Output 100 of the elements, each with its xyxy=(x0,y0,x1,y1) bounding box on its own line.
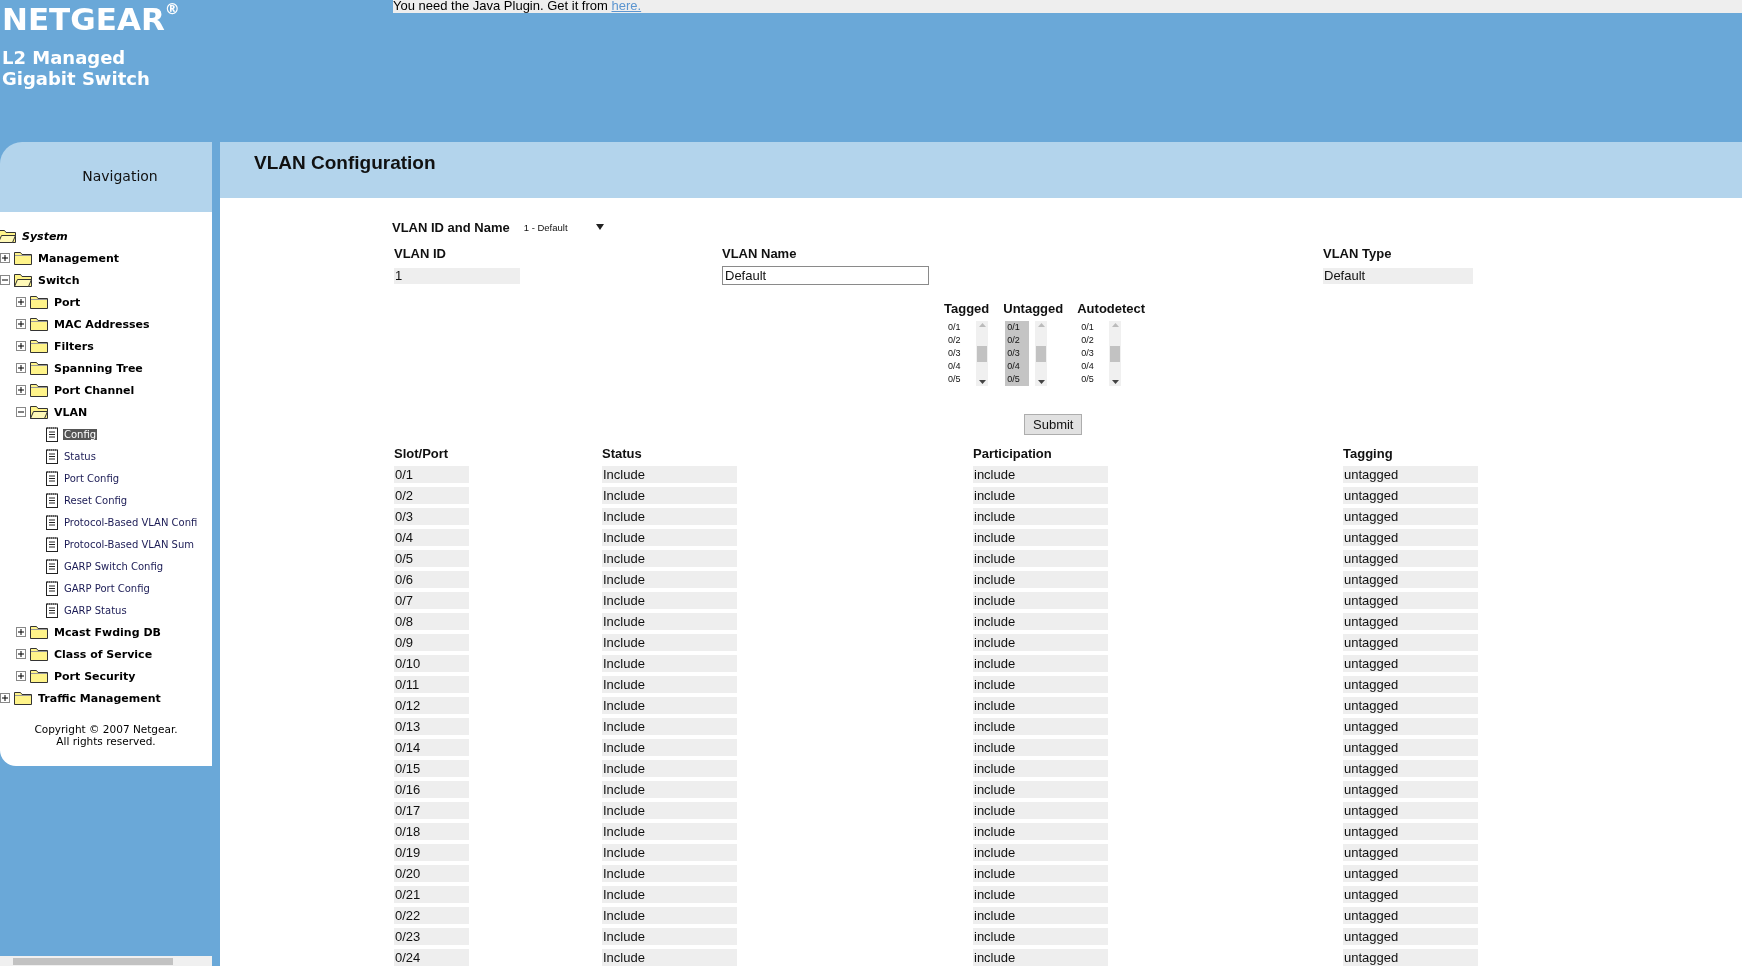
scroll-down-icon[interactable] xyxy=(978,380,986,384)
nav-tree-item[interactable]: Class of Service xyxy=(53,647,154,661)
table-cell: Include xyxy=(602,634,737,651)
document-icon xyxy=(46,492,58,508)
scroll-thumb[interactable] xyxy=(1036,345,1047,362)
nav-tree-item[interactable]: Switch xyxy=(37,273,81,287)
nav-tree-item[interactable]: Filters xyxy=(53,339,95,353)
navigation-title: Navigation xyxy=(82,168,158,184)
expand-icon[interactable] xyxy=(16,649,26,659)
nav-tree-item[interactable]: Port xyxy=(53,295,82,309)
vlan-dropdown[interactable]: 1 - Default xyxy=(523,221,604,233)
logo: NETGEAR® xyxy=(2,0,180,38)
nav-tree-item[interactable]: Status xyxy=(63,450,97,462)
port-option[interactable]: 0/4 xyxy=(946,360,970,373)
nav-tree-item[interactable]: Spanning Tree xyxy=(53,361,144,375)
table-cell: Include xyxy=(602,844,737,861)
nav-tree-item[interactable]: Mcast Fwding DB xyxy=(53,625,162,639)
collapse-icon[interactable] xyxy=(16,407,26,417)
table-cell: Include xyxy=(602,802,737,819)
nav-tree-item[interactable]: Port Config xyxy=(63,472,121,484)
nav-tree-item[interactable]: Port Channel xyxy=(53,383,136,397)
nav-tree-item[interactable]: GARP Switch Config xyxy=(63,560,165,572)
table-cell: include xyxy=(973,886,1108,903)
port-option[interactable]: 0/5 xyxy=(946,373,970,386)
expand-icon[interactable] xyxy=(16,297,26,307)
horizontal-scrollbar[interactable] xyxy=(0,956,212,966)
expand-icon[interactable] xyxy=(0,253,10,263)
port-option[interactable]: 0/4 xyxy=(1005,360,1030,373)
table-cell: Include xyxy=(602,823,737,840)
table-cell: Include xyxy=(602,907,737,924)
expand-icon[interactable] xyxy=(16,671,26,681)
list-label: Tagged xyxy=(944,301,990,316)
nav-tree-item[interactable]: Protocol-Based VLAN Confi xyxy=(63,516,199,528)
port-option[interactable]: 0/3 xyxy=(946,347,970,360)
table-cell: 0/18 xyxy=(394,823,469,840)
list-label: Autodetect xyxy=(1077,301,1146,316)
port-option[interactable]: 0/3 xyxy=(1079,347,1104,360)
port-option[interactable]: 0/4 xyxy=(1079,360,1104,373)
table-cell: include xyxy=(973,592,1108,609)
vertical-scrollbar[interactable] xyxy=(1109,321,1122,386)
table-cell: untagged xyxy=(1343,907,1478,924)
table-cell: include xyxy=(973,613,1108,630)
table-cell: 0/3 xyxy=(394,508,469,525)
table-cell: Include xyxy=(602,676,737,693)
table-cell: 0/19 xyxy=(394,844,469,861)
expand-icon[interactable] xyxy=(16,385,26,395)
nav-tree-item[interactable]: Reset Config xyxy=(63,494,129,506)
table-cell: Include xyxy=(602,739,737,756)
scroll-down-icon[interactable] xyxy=(1111,380,1119,384)
scroll-down-icon[interactable] xyxy=(1037,380,1045,384)
field-value: 1 xyxy=(394,268,520,284)
port-option[interactable]: 0/5 xyxy=(1079,373,1104,386)
column-header: Slot/Port xyxy=(394,445,450,462)
port-option[interactable]: 0/5 xyxy=(1005,373,1030,386)
table-cell: 0/10 xyxy=(394,655,469,672)
folder-icon xyxy=(30,669,48,683)
expand-icon[interactable] xyxy=(16,319,26,329)
nav-tree-item[interactable]: System xyxy=(21,229,69,243)
nav-tree-item[interactable]: Config xyxy=(63,428,98,440)
table-cell: untagged xyxy=(1343,571,1478,588)
table-cell: 0/14 xyxy=(394,739,469,756)
table-cell: untagged xyxy=(1343,676,1478,693)
table-cell: untagged xyxy=(1343,655,1478,672)
table-cell: untagged xyxy=(1343,466,1478,483)
submit-button[interactable]: Submit xyxy=(1024,414,1083,435)
port-option[interactable]: 0/2 xyxy=(1005,334,1030,347)
port-option[interactable]: 0/2 xyxy=(946,334,970,347)
vertical-scrollbar[interactable] xyxy=(1035,321,1048,386)
caret-icon xyxy=(595,224,604,230)
vertical-scrollbar[interactable] xyxy=(976,321,988,386)
vlan-name-field[interactable]: Default xyxy=(722,266,929,285)
nav-tree-item[interactable]: Management xyxy=(37,251,120,265)
nav-tree-item[interactable]: Traffic Management xyxy=(37,691,162,705)
nav-tree-item[interactable]: MAC Addresses xyxy=(53,317,151,331)
port-option[interactable]: 0/1 xyxy=(1005,321,1030,334)
expand-icon[interactable] xyxy=(16,341,26,351)
expand-icon[interactable] xyxy=(0,693,10,703)
nav-tree-item[interactable]: Port Security xyxy=(53,669,137,683)
nav-tree-item[interactable]: Protocol-Based VLAN Sum xyxy=(63,538,195,550)
scroll-thumb[interactable] xyxy=(13,957,173,965)
scroll-thumb[interactable] xyxy=(1110,345,1121,362)
port-option[interactable]: 0/1 xyxy=(946,321,970,334)
table-cell: include xyxy=(973,718,1108,735)
expand-icon[interactable] xyxy=(16,627,26,637)
table-cell: include xyxy=(973,865,1108,882)
nav-tree-item[interactable]: GARP Port Config xyxy=(63,582,151,594)
table-cell: untagged xyxy=(1343,487,1478,504)
nav-tree-item[interactable]: VLAN xyxy=(53,405,89,419)
port-option[interactable]: 0/1 xyxy=(1079,321,1104,334)
folder-icon xyxy=(30,361,48,375)
port-option[interactable]: 0/3 xyxy=(1005,347,1030,360)
expand-icon[interactable] xyxy=(16,363,26,373)
table-cell: 0/4 xyxy=(394,529,469,546)
nav-tree-item[interactable]: GARP Status xyxy=(63,604,128,616)
table-cell: untagged xyxy=(1343,844,1478,861)
scroll-thumb[interactable] xyxy=(977,345,987,362)
table-cell: 0/12 xyxy=(394,697,469,714)
collapse-icon[interactable] xyxy=(0,275,10,285)
port-option[interactable]: 0/2 xyxy=(1079,334,1104,347)
field-value: Default xyxy=(1323,268,1473,284)
